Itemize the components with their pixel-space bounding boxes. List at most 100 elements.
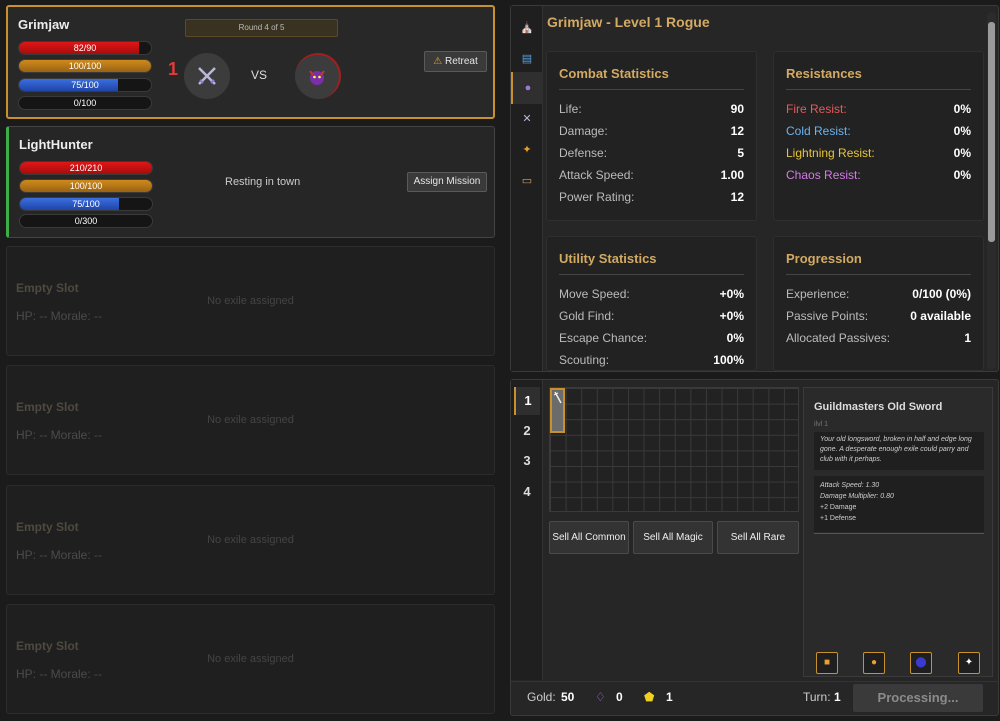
item-stats: Attack Speed: 1.30 Damage Multiplier: 0.… — [814, 476, 984, 532]
scroll-icon[interactable]: ▭ — [511, 165, 543, 197]
panel-scrollbar[interactable] — [987, 12, 996, 369]
inventory-page-tab[interactable]: 4 — [514, 478, 540, 506]
character-icon[interactable]: ● — [511, 72, 543, 104]
experience-bar: 0/100 — [18, 96, 152, 110]
morale-bar: 100/100 — [18, 59, 152, 73]
empty-slot-stats: HP: -- Morale: -- — [16, 309, 103, 323]
gem-icon: ⬟ — [644, 690, 655, 704]
town-icon[interactable]: ⛪ — [511, 12, 543, 44]
empty-slot-title: Empty Slot — [16, 520, 79, 534]
sword-item[interactable] — [550, 388, 565, 433]
sell-all-magic-button[interactable]: Sell All Magic — [633, 521, 713, 554]
combat-stats-box: Combat Statistics Life: 90 Damage: 12 Defe… — [546, 51, 757, 221]
stat-row: Scouting: 100% — [559, 353, 744, 367]
exile-status: Resting in town — [225, 176, 301, 188]
empty-slot-message: No exile assigned — [207, 295, 294, 307]
resist-row: Fire Resist: 0% — [786, 102, 971, 116]
sword-icon — [553, 391, 562, 404]
turn-value: 1 — [834, 690, 841, 704]
inventory-page-tab[interactable]: 3 — [514, 447, 540, 475]
stat-row: Defense: 5 — [559, 146, 744, 160]
stat-row: Escape Chance: 0% — [559, 331, 744, 345]
swords-icon[interactable]: ✕ — [511, 103, 543, 135]
progression-box: Progression Experience: 0/100 (0%) Passiv… — [773, 236, 984, 371]
stat-row: Power Rating: 12 — [559, 190, 744, 204]
character-title: Grimjaw - Level 1 Rogue — [547, 14, 710, 30]
utility-stats-box: Utility Statistics Move Speed: +0% Gold F… — [546, 236, 757, 371]
inventory-page-tab[interactable]: 1 — [514, 387, 540, 415]
resist-row: Chaos Resist: 0% — [786, 168, 971, 182]
gold-label: Gold: — [527, 690, 556, 704]
assign-mission-button[interactable]: Assign Mission — [407, 172, 487, 192]
resist-row: Lightning Resist: 0% — [786, 146, 971, 160]
enemy-portrait — [295, 53, 341, 99]
combat-stats-heading: Combat Statistics — [559, 66, 669, 81]
exile-card-lighthunter[interactable]: LightHunter 210/210 100/100 75/100 0/300… — [6, 126, 495, 238]
empty-slot-stats: HP: -- Morale: -- — [16, 667, 103, 681]
hero-portrait — [184, 53, 230, 99]
empty-slot[interactable]: Empty Slot No exile assigned HP: -- Mora… — [6, 246, 495, 356]
stat-row: Life: 90 — [559, 102, 744, 116]
experience-bar: 0/300 — [19, 214, 153, 228]
empty-slot[interactable]: Empty Slot No exile assigned HP: -- Mora… — [6, 604, 495, 714]
book-icon[interactable]: ▤ — [511, 43, 543, 75]
crystal-value: 0 — [616, 690, 623, 704]
resist-row: Cold Resist: 0% — [786, 124, 971, 138]
inventory-panel: 1 2 3 4 Sell All Common Sell All Magic S… — [510, 379, 999, 716]
exile-card-grimjaw[interactable]: Grimjaw 82/90 100/100 75/100 0/100 Round… — [6, 5, 495, 119]
stat-row: Attack Speed: 1.00 — [559, 168, 744, 182]
life-bar: 82/90 — [18, 41, 152, 55]
panel-tabs: ⛪ ▤ ● ✕ ✦ ▭ — [511, 6, 543, 371]
resistances-box: Resistances Fire Resist: 0% Cold Resist: 0… — [773, 51, 984, 221]
sell-all-common-button[interactable]: Sell All Common — [549, 521, 629, 554]
turn-label: Turn: — [803, 690, 831, 704]
lock-icon[interactable]: ■ — [816, 652, 838, 674]
empty-slot-stats: HP: -- Morale: -- — [16, 548, 103, 562]
mana-bar: 75/100 — [19, 197, 153, 211]
morale-bar: 100/100 — [19, 179, 153, 193]
empty-slot-title: Empty Slot — [16, 400, 79, 414]
warning-icon: ⚠ — [433, 56, 443, 67]
crossed-swords-icon — [198, 66, 216, 85]
inventory-page-tab[interactable]: 2 — [514, 417, 540, 445]
utility-stats-heading: Utility Statistics — [559, 251, 657, 266]
empty-slot-message: No exile assigned — [207, 414, 294, 426]
progression-heading: Progression — [786, 251, 862, 266]
retreat-button[interactable]: ⚠ Retreat — [424, 51, 487, 72]
gold-value: 50 — [561, 690, 575, 704]
sparkle-action-icon[interactable]: ✦ — [958, 652, 980, 674]
item-name: Guildmasters Old Sword — [814, 401, 943, 413]
sell-all-rare-button[interactable]: Sell All Rare — [717, 521, 799, 554]
stat-row: Gold Find: +0% — [559, 309, 744, 323]
processing-button[interactable]: Processing... — [853, 684, 983, 712]
sparkle-icon[interactable]: ✦ — [511, 134, 543, 166]
demon-face-icon — [309, 70, 325, 85]
exile-name: LightHunter — [19, 137, 93, 152]
empty-slot-title: Empty Slot — [16, 281, 79, 295]
empty-slot[interactable]: Empty Slot No exile assigned HP: -- Mora… — [6, 365, 495, 475]
item-level: ilvl 1 — [814, 421, 829, 428]
empty-slot-message: No exile assigned — [207, 534, 294, 546]
empty-slot-stats: HP: -- Morale: -- — [16, 428, 103, 442]
resistances-heading: Resistances — [786, 66, 862, 81]
empty-slot[interactable]: Empty Slot No exile assigned HP: -- Mora… — [6, 485, 495, 595]
item-detail: Guildmasters Old Sword ilvl 1 Your old l… — [803, 387, 993, 677]
gem-value: 1 — [666, 690, 673, 704]
crystal-icon: ♢ — [595, 690, 606, 704]
life-bar: 210/210 — [19, 161, 153, 175]
stat-row: Move Speed: +0% — [559, 287, 744, 301]
empty-slot-message: No exile assigned — [207, 653, 294, 665]
character-panel: ⛪ ▤ ● ✕ ✦ ▭ Grimjaw - Level 1 Rogue Comb… — [510, 5, 999, 372]
gold-bag-icon[interactable]: ● — [863, 652, 885, 674]
orb-icon[interactable]: ⬤ — [910, 652, 932, 674]
stat-row: Allocated Passives: 1 — [786, 331, 971, 345]
mana-bar: 75/100 — [18, 78, 152, 92]
status-footer: Gold: 50 ♢ 0 ⬟ 1 Turn: 1 Processing... — [511, 681, 998, 715]
stat-row: Damage: 12 — [559, 124, 744, 138]
round-indicator: Round 4 of 5 — [185, 19, 338, 37]
combo-counter: 1 — [168, 59, 179, 79]
stat-row: Experience: 0/100 (0%) — [786, 287, 971, 301]
inventory-grid[interactable] — [549, 387, 799, 512]
stat-row: Passive Points: 0 available — [786, 309, 971, 323]
vs-label: VS — [251, 68, 268, 82]
